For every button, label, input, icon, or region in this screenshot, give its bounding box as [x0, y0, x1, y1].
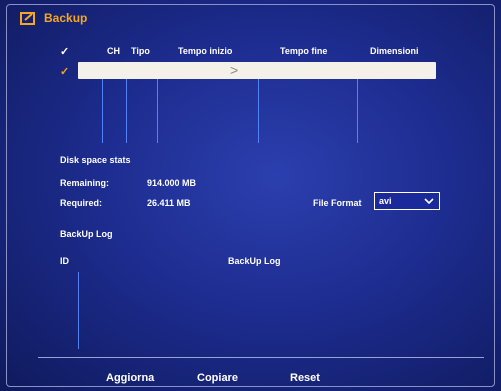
- remaining-label: Remaining:: [60, 178, 110, 188]
- file-format-select[interactable]: avi: [374, 192, 440, 210]
- column-divider: [126, 79, 127, 143]
- page-title: Backup: [44, 10, 88, 25]
- column-header-tempo-fine: Tempo fine: [280, 46, 328, 56]
- column-header-dimensioni: Dimensioni: [370, 46, 419, 56]
- disk-stats-title: Disk space stats: [60, 155, 131, 165]
- backup-log-title: BackUp Log: [60, 229, 113, 239]
- export-icon: [20, 12, 35, 25]
- file-format-value: avi: [379, 196, 392, 206]
- column-divider: [102, 79, 103, 143]
- refresh-button[interactable]: Aggiorna: [106, 372, 154, 384]
- remaining-value: 914.000 MB: [147, 178, 197, 188]
- log-column-backup-log: BackUp Log: [228, 256, 281, 266]
- reset-button[interactable]: Reset: [290, 372, 320, 384]
- column-divider: [258, 79, 259, 143]
- table-header: ✓ CH Tipo Tempo inizio Tempo fine Dimens…: [0, 46, 501, 60]
- log-column-id: ID: [60, 256, 69, 266]
- select-all-checkbox[interactable]: ✓: [60, 47, 69, 58]
- table-row[interactable]: >: [78, 62, 436, 79]
- row-pointer-icon: >: [230, 62, 239, 78]
- title-bar: Backup: [20, 10, 87, 25]
- copy-button[interactable]: Copiare: [197, 372, 238, 384]
- footer-divider: [38, 357, 484, 358]
- column-header-ch: CH: [107, 46, 120, 56]
- column-header-tempo-inizio: Tempo inizio: [178, 46, 233, 56]
- chevron-down-icon: [424, 198, 434, 204]
- row-checkbox[interactable]: ✓: [60, 67, 69, 78]
- column-divider: [357, 79, 358, 143]
- log-column-divider: [78, 272, 79, 349]
- required-value: 26.411 MB: [147, 198, 191, 208]
- column-header-tipo: Tipo: [131, 46, 150, 56]
- column-divider: [157, 79, 158, 143]
- required-label: Required:: [60, 198, 103, 208]
- file-format-label: File Format: [313, 198, 362, 208]
